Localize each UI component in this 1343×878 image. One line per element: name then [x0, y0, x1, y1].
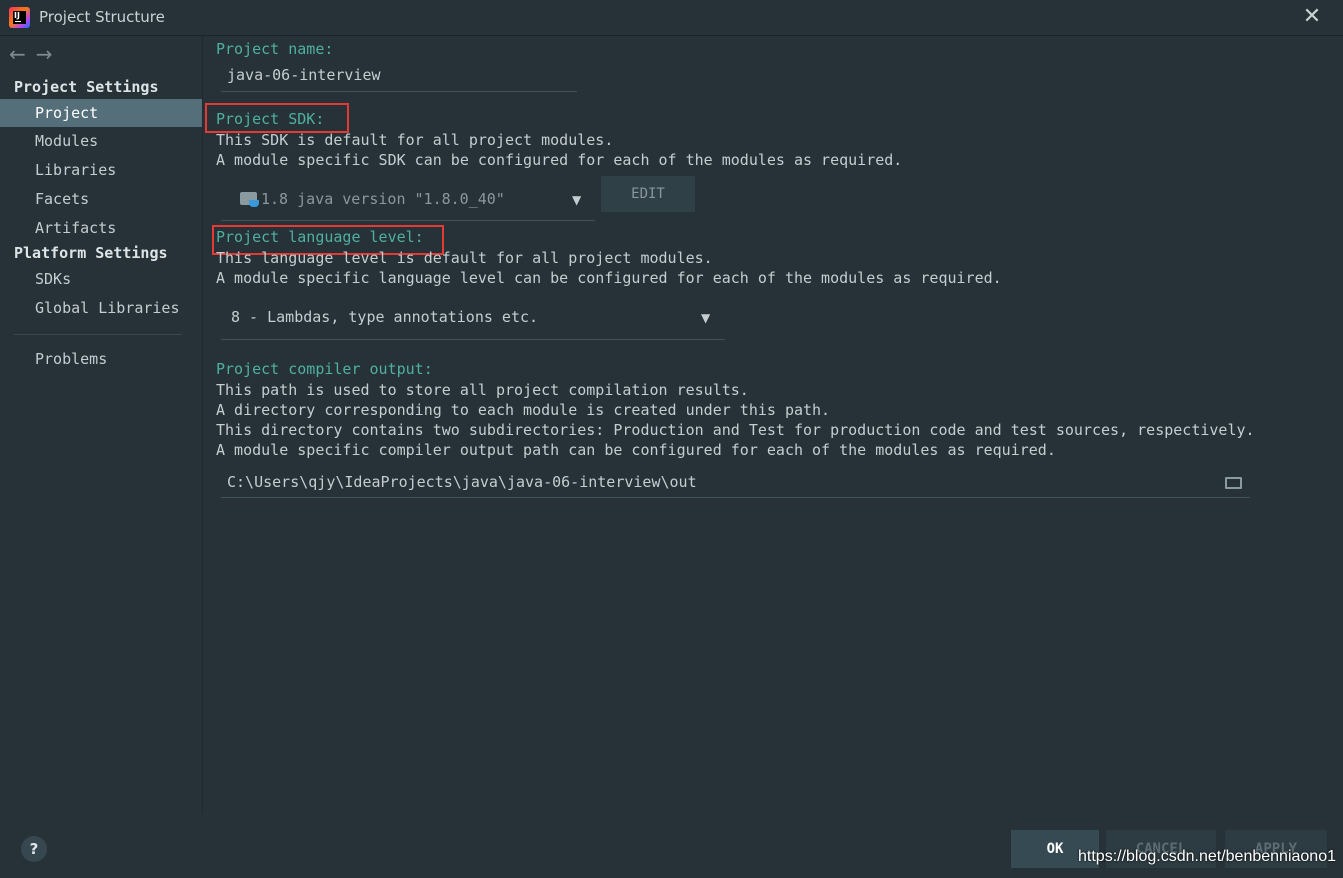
sidebar-item-project[interactable]: Project	[0, 99, 202, 127]
sdk-chevron-down-icon: ▼	[572, 193, 582, 207]
compiler-output-underline	[221, 497, 1250, 498]
compiler-output-path-value: C:\Users\qjy\IdeaProjects\java\java-06-i…	[227, 473, 697, 491]
sdk-highlight-box	[205, 103, 349, 133]
window-title: Project Structure	[39, 8, 165, 26]
nav-arrows: ← →	[9, 42, 63, 66]
dialog-footer: ? OK CANCEL APPLY	[0, 814, 1343, 878]
language-level-underline	[221, 339, 725, 340]
compiler-output-description-3: This directory contains two subdirectori…	[216, 421, 1255, 439]
sdk-description-2: A module specific SDK can be configured …	[216, 151, 903, 169]
back-arrow-icon[interactable]: ←	[9, 42, 26, 66]
project-name-underline	[221, 91, 577, 92]
sdk-dropdown[interactable]: 1.8 java version "1.8.0_40" ▼	[221, 180, 595, 222]
watermark-text: https://blog.csdn.net/benbenniaono1	[1078, 848, 1336, 865]
sidebar-item-libraries[interactable]: Libraries	[0, 156, 202, 184]
title-bar: IJ Project Structure ✕	[0, 0, 1343, 36]
project-name-label: Project name:	[216, 40, 334, 58]
sidebar-divider	[14, 334, 182, 335]
project-settings-panel: Project name: java-06-interview Project …	[203, 36, 1343, 814]
compiler-output-path-field[interactable]: C:\Users\qjy\IdeaProjects\java\java-06-i…	[221, 466, 1250, 498]
compiler-output-label: Project compiler output:	[216, 360, 433, 378]
project-name-input[interactable]: java-06-interview	[227, 66, 381, 84]
language-level-dropdown[interactable]: 8 - Lambdas, type annotations etc. ▼	[221, 298, 725, 340]
sidebar-item-sdks[interactable]: SDKs	[0, 265, 202, 293]
sdk-description-1: This SDK is default for all project modu…	[216, 131, 614, 149]
platform-settings-header: Platform Settings	[14, 244, 168, 262]
help-icon[interactable]: ?	[21, 836, 47, 862]
compiler-output-description-4: A module specific compiler output path c…	[216, 441, 1056, 459]
sidebar-item-facets[interactable]: Facets	[0, 185, 202, 213]
sidebar-item-artifacts[interactable]: Artifacts	[0, 214, 202, 242]
browse-folder-icon[interactable]	[1225, 477, 1242, 489]
project-settings-header: Project Settings	[14, 78, 159, 96]
sidebar-item-modules[interactable]: Modules	[0, 127, 202, 155]
language-level-description-2: A module specific language level can be …	[216, 269, 1002, 287]
close-icon[interactable]: ✕	[1300, 5, 1324, 29]
language-level-chevron-down-icon: ▼	[701, 311, 711, 325]
sidebar-item-global-libraries[interactable]: Global Libraries	[0, 294, 202, 322]
compiler-output-description-2: A directory corresponding to each module…	[216, 401, 831, 419]
sdk-dropdown-underline	[221, 220, 595, 221]
sdk-edit-button[interactable]: EDIT	[601, 176, 695, 212]
intellij-app-icon: IJ	[9, 7, 30, 28]
forward-arrow-icon[interactable]: →	[36, 42, 53, 66]
sidebar: ← → Project Settings Project Modules Libr…	[0, 36, 203, 814]
sdk-selected-value: 1.8 java version "1.8.0_40"	[261, 190, 505, 208]
sidebar-item-problems[interactable]: Problems	[0, 345, 202, 373]
sdk-coffee-icon	[249, 200, 259, 207]
compiler-output-description-1: This path is used to store all project c…	[216, 381, 749, 399]
language-level-description-1: This language level is default for all p…	[216, 249, 713, 267]
language-level-selected-value: 8 - Lambdas, type annotations etc.	[231, 308, 539, 326]
